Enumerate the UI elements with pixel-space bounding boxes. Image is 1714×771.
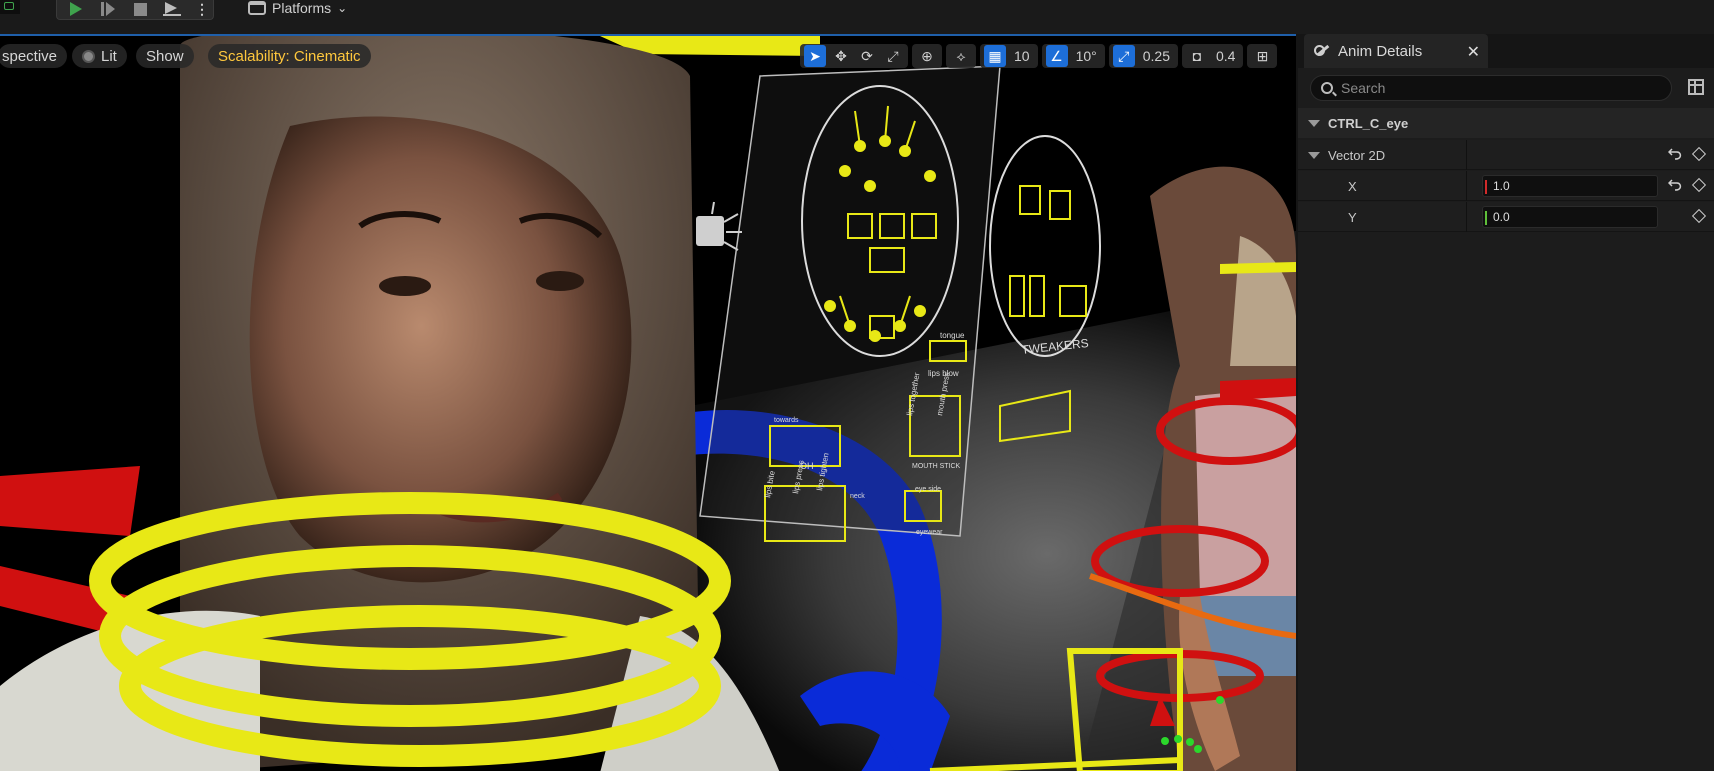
y-name: Y — [1348, 202, 1357, 232]
level-viewport[interactable]: TWEAKERS tongue lips blow lips together … — [0, 34, 1296, 771]
add-key-icon[interactable] — [1691, 208, 1707, 224]
camera-speed-value[interactable]: 0.4 — [1212, 48, 1239, 64]
collapse-arrow-icon[interactable] — [1308, 119, 1320, 127]
expand-arrow-icon[interactable] — [1308, 151, 1320, 159]
search-input[interactable] — [1341, 80, 1641, 96]
lit-label: Lit — [101, 47, 117, 65]
coordinate-group: ⊕ — [912, 44, 942, 68]
coordinate-space-icon[interactable]: ⊕ — [916, 45, 938, 67]
skip-frame-icon[interactable] — [95, 0, 121, 18]
platforms-menu[interactable]: Platforms ⌄ — [248, 0, 347, 16]
angle-snap-icon[interactable]: ∠ — [1045, 45, 1068, 67]
show-menu[interactable]: Show — [136, 44, 194, 68]
surface-snap-group: ⟡ — [946, 44, 976, 68]
grid-snap-value[interactable]: 10 — [1010, 48, 1034, 64]
tab-title: Anim Details — [1338, 42, 1423, 60]
scene-render: TWEAKERS tongue lips blow lips together … — [0, 36, 1296, 771]
platforms-label: Platforms — [272, 0, 332, 16]
grid-snap-icon[interactable]: ▦ — [984, 45, 1006, 67]
chevron-down-icon: ⌄ — [337, 1, 348, 15]
column-divider[interactable] — [1466, 171, 1467, 201]
translate-icon[interactable]: ✥ — [830, 45, 852, 67]
red-control-shape — [0, 466, 140, 536]
column-divider[interactable] — [1466, 140, 1467, 170]
show-label: Show — [146, 47, 184, 65]
camera-speed-group: ◘ 0.4 — [1182, 44, 1244, 68]
scale-snap-value[interactable]: 0.25 — [1139, 48, 1174, 64]
table-view-icon[interactable] — [1688, 79, 1704, 95]
neck-label: neck — [850, 493, 865, 500]
y-value-field[interactable]: 0.0 — [1482, 206, 1658, 228]
x-value: 1.0 — [1493, 179, 1510, 193]
x-label: X — [1348, 178, 1357, 194]
section-title: CTRL_C_eye — [1328, 115, 1409, 131]
scale-snap-group: ⤢ 0.25 — [1108, 44, 1178, 68]
top-toolbar: ⋮ Platforms ⌄ — [0, 0, 1714, 34]
y-axis-indicator — [1485, 211, 1487, 225]
x-row: X 1.0 — [1298, 171, 1714, 201]
add-key-icon[interactable] — [1691, 146, 1707, 162]
vector2d-name[interactable]: Vector 2D — [1308, 140, 1385, 170]
select-icon[interactable]: ➤ — [804, 45, 826, 67]
search-icon — [1321, 82, 1333, 94]
reset-to-default-icon[interactable] — [1668, 179, 1682, 191]
lit-view-mode-menu[interactable]: Lit — [72, 44, 127, 68]
lit-sphere-icon — [82, 49, 95, 63]
panel-tab-bar: Anim Details ✕ — [1298, 34, 1714, 68]
scalability-menu[interactable]: Scalability: Cinematic — [208, 44, 371, 68]
y-row: Y 0.0 — [1298, 202, 1714, 232]
stop-icon[interactable] — [127, 0, 153, 18]
camera-speed-icon[interactable]: ◘ — [1186, 45, 1208, 67]
x-axis-indicator — [1485, 180, 1487, 194]
eject-icon[interactable] — [159, 0, 185, 18]
scalability-label: Scalability: Cinematic — [218, 47, 361, 65]
scale-snap-icon[interactable]: ⤢ — [1112, 45, 1135, 67]
section-ctrl-c-eye[interactable]: CTRL_C_eye — [1298, 108, 1714, 138]
eyewear-label: eyewear — [916, 529, 943, 536]
perspective-label: spective — [2, 47, 58, 65]
platforms-icon — [248, 1, 266, 15]
reset-to-default-icon[interactable] — [1668, 148, 1682, 160]
column-divider[interactable] — [1466, 202, 1467, 232]
tongue-label: tongue — [940, 331, 965, 340]
grid-snap-group: ▦ 10 — [980, 44, 1038, 68]
vector2d-label: Vector 2D — [1328, 147, 1386, 163]
viewport-layout-icon[interactable]: ⊞ — [1251, 45, 1273, 67]
transform-mode-group: ➤ ✥ ⟳ ⤢ — [800, 44, 908, 68]
rotate-icon[interactable]: ⟳ — [856, 45, 878, 67]
angle-snap-group: ∠ 10° — [1041, 44, 1105, 68]
towards-label: towards — [774, 417, 799, 424]
anim-details-panel: Anim Details ✕ CTRL_C_eye Vector 2D X — [1298, 34, 1714, 771]
viewport-transform-tools: ➤ ✥ ⟳ ⤢ ⊕ ⟡ ▦ 10 ∠ 10° ⤢ 0.25 ◘ 0.4 ⊞ — [800, 44, 1278, 68]
vector2d-row: Vector 2D — [1298, 140, 1714, 170]
x-value-field[interactable]: 1.0 — [1482, 175, 1658, 197]
add-key-icon[interactable] — [1691, 177, 1707, 193]
editor-logo-icon — [0, 0, 20, 14]
wrench-icon — [1314, 43, 1330, 59]
more-options-icon[interactable]: ⋮ — [189, 0, 215, 18]
surface-snapping-icon[interactable]: ⟡ — [950, 45, 972, 67]
perspective-menu[interactable]: spective — [0, 44, 68, 68]
mouth-stick-label: MOUTH STICK — [912, 463, 961, 470]
play-icon[interactable] — [63, 0, 89, 18]
tab-anim-details[interactable]: Anim Details ✕ — [1304, 34, 1488, 68]
eye-side-label: eye side — [915, 486, 941, 493]
angle-snap-value[interactable]: 10° — [1072, 48, 1101, 64]
play-controls: ⋮ — [56, 0, 214, 20]
y-value: 0.0 — [1493, 210, 1510, 224]
search-box[interactable] — [1310, 75, 1672, 101]
y-label: Y — [1348, 209, 1357, 225]
scale-icon[interactable]: ⤢ — [882, 45, 904, 67]
x-name: X — [1348, 171, 1357, 201]
close-icon[interactable]: ✕ — [1467, 42, 1480, 62]
layout-group: ⊞ — [1247, 44, 1278, 68]
search-row — [1298, 72, 1714, 104]
